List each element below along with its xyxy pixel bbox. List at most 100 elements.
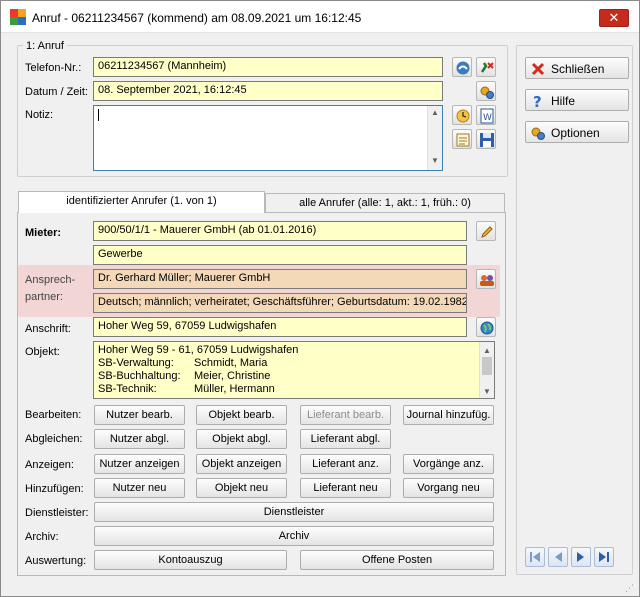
tenant-label: Mieter: [25,227,62,239]
skip-last-icon [599,552,609,562]
datetime-label: Datum / Zeit: [25,86,88,98]
open-items-button[interactable]: Offene Posten [300,550,494,570]
globe-icon [480,321,494,335]
pencil-icon [481,226,493,238]
red-x-icon [531,62,545,76]
show-object-button[interactable]: Objekt anzeigen [196,454,287,474]
object-line: Hoher Weg 59 - 61, 67059 Ludwigshafen [98,344,299,356]
options-button[interactable]: Optionen [525,121,629,143]
note-textarea[interactable]: ▲ ▼ [93,105,443,171]
address-label: Anschrift: [25,323,71,335]
contact-label-line1: Ansprech- [25,274,76,286]
previous-icon [555,552,562,562]
notes-button[interactable] [452,129,472,149]
phone-field[interactable]: 06211234567 (Mannheim) [93,57,443,77]
nav-next-button[interactable] [571,547,591,567]
add-supplier-button[interactable]: Lieferant neu [300,478,391,498]
svg-text:?: ? [533,93,542,109]
text-cursor [98,109,99,121]
object-scrollbar[interactable]: ▲ ▼ [479,342,494,398]
people-icon [480,275,494,286]
note-label: Notiz: [25,109,54,121]
note-scrollbar[interactable]: ▲ ▼ [427,106,442,170]
scroll-thumb[interactable] [482,357,492,375]
evaluation-row-label: Auswertung: [25,555,87,567]
sync-user-button[interactable]: Nutzer abgl. [94,429,185,449]
service-row-label: Dienstleister: [25,507,89,519]
sync-object-button[interactable]: Objekt abgl. [196,429,287,449]
object-line: SB-Buchhaltung: Meier, Christine [98,370,271,382]
svg-text:W: W [483,113,492,123]
phone-label: Telefon-Nr.: [25,62,82,74]
app-logo-icon [10,9,26,25]
contact-name-field[interactable]: Dr. Gerhard Müller; Mauerer GmbH [93,269,467,289]
window-close-button[interactable]: ✕ [599,9,629,27]
tab-all-callers[interactable]: alle Anrufer (alle: 1, akt.: 1, früh.: 0… [265,193,505,212]
reminder-button[interactable] [452,105,472,125]
help-label: Hilfe [551,94,576,108]
address-field[interactable]: Hoher Weg 59, 67059 Ludwigshafen [93,317,467,337]
settings-button[interactable] [476,81,496,101]
contact-persons-button[interactable] [476,269,496,289]
show-supplier-button[interactable]: Lieferant anz. [300,454,391,474]
object-field[interactable]: Hoher Weg 59 - 61, 67059 Ludwigshafen SB… [93,341,495,399]
edit-supplier-button[interactable]: Lieferant bearb. [300,405,391,425]
floppy-disk-icon [480,133,494,147]
next-icon [577,552,584,562]
phone-handset-icon [456,61,470,75]
edit-tenant-button[interactable] [476,221,496,241]
tenant-type-field[interactable]: Gewerbe [93,245,467,265]
scroll-down-icon[interactable]: ▼ [483,385,491,398]
show-processes-button[interactable]: Vorgänge anz. [403,454,494,474]
call-dialog-window: Anruf - 06211234567 (kommend) am 08.09.2… [0,0,640,597]
document-word-icon: W [480,108,494,124]
question-mark-icon: ? [533,93,542,109]
add-object-button[interactable]: Objekt neu [196,478,287,498]
add-row-label: Hinzufügen: [25,483,84,495]
options-label: Optionen [551,126,600,140]
skip-first-icon [530,552,540,562]
add-process-button[interactable]: Vorgang neu [403,478,494,498]
scroll-up-icon[interactable]: ▲ [483,344,491,357]
phone-call-button[interactable] [452,57,472,77]
sync-row-label: Abgleichen: [25,433,83,445]
contact-details-field[interactable]: Deutsch; männlich; verheiratet; Geschäft… [93,293,467,313]
scroll-up-icon[interactable]: ▲ [431,108,439,117]
help-button[interactable]: ? Hilfe [525,89,629,111]
tab-identified-caller[interactable]: identifizierter Anrufer (1. von 1) [18,191,265,213]
map-button[interactable] [476,317,496,337]
edit-object-button[interactable]: Objekt bearb. [196,405,287,425]
resize-grip[interactable]: ⋰ [625,583,637,595]
gears-icon [531,127,545,140]
gears-icon [480,86,494,99]
account-statement-button[interactable]: Kontoauszug [94,550,287,570]
object-line: SB-Verwaltung: Schmidt, Maria [98,357,268,369]
word-export-button[interactable]: W [476,105,496,125]
archive-row-label: Archiv: [25,531,59,543]
nav-last-button[interactable] [594,547,614,567]
add-journal-button[interactable]: Journal hinzufüg. [403,405,494,425]
save-button[interactable] [476,129,496,149]
nav-previous-button[interactable] [548,547,568,567]
object-line: SB-Technik: Müller, Hermann [98,383,275,395]
show-row-label: Anzeigen: [25,459,74,471]
title-bar[interactable]: Anruf - 06211234567 (kommend) am 08.09.2… [1,1,639,33]
nav-first-button[interactable] [525,547,545,567]
phone-cancel-icon [480,62,494,73]
add-user-button[interactable]: Nutzer neu [94,478,185,498]
scroll-down-icon[interactable]: ▼ [431,156,439,165]
edit-row-label: Bearbeiten: [25,409,82,421]
object-label: Objekt: [25,346,60,358]
service-provider-button[interactable]: Dienstleister [94,502,494,522]
show-user-button[interactable]: Nutzer anzeigen [94,454,185,474]
contact-label-line2: partner: [25,291,63,303]
datetime-field[interactable]: 08. September 2021, 16:12:45 [93,81,443,101]
call-group-legend: 1: Anruf [23,40,67,52]
sync-supplier-button[interactable]: Lieferant abgl. [300,429,391,449]
window-title: Anruf - 06211234567 (kommend) am 08.09.2… [32,11,362,25]
close-dialog-button[interactable]: Schließen [525,57,629,79]
archive-button[interactable]: Archiv [94,526,494,546]
phone-hangup-button[interactable] [476,57,496,77]
edit-user-button[interactable]: Nutzer bearb. [94,405,185,425]
tenant-field[interactable]: 900/50/1/1 - Mauerer GmbH (ab 01.01.2016… [93,221,467,241]
